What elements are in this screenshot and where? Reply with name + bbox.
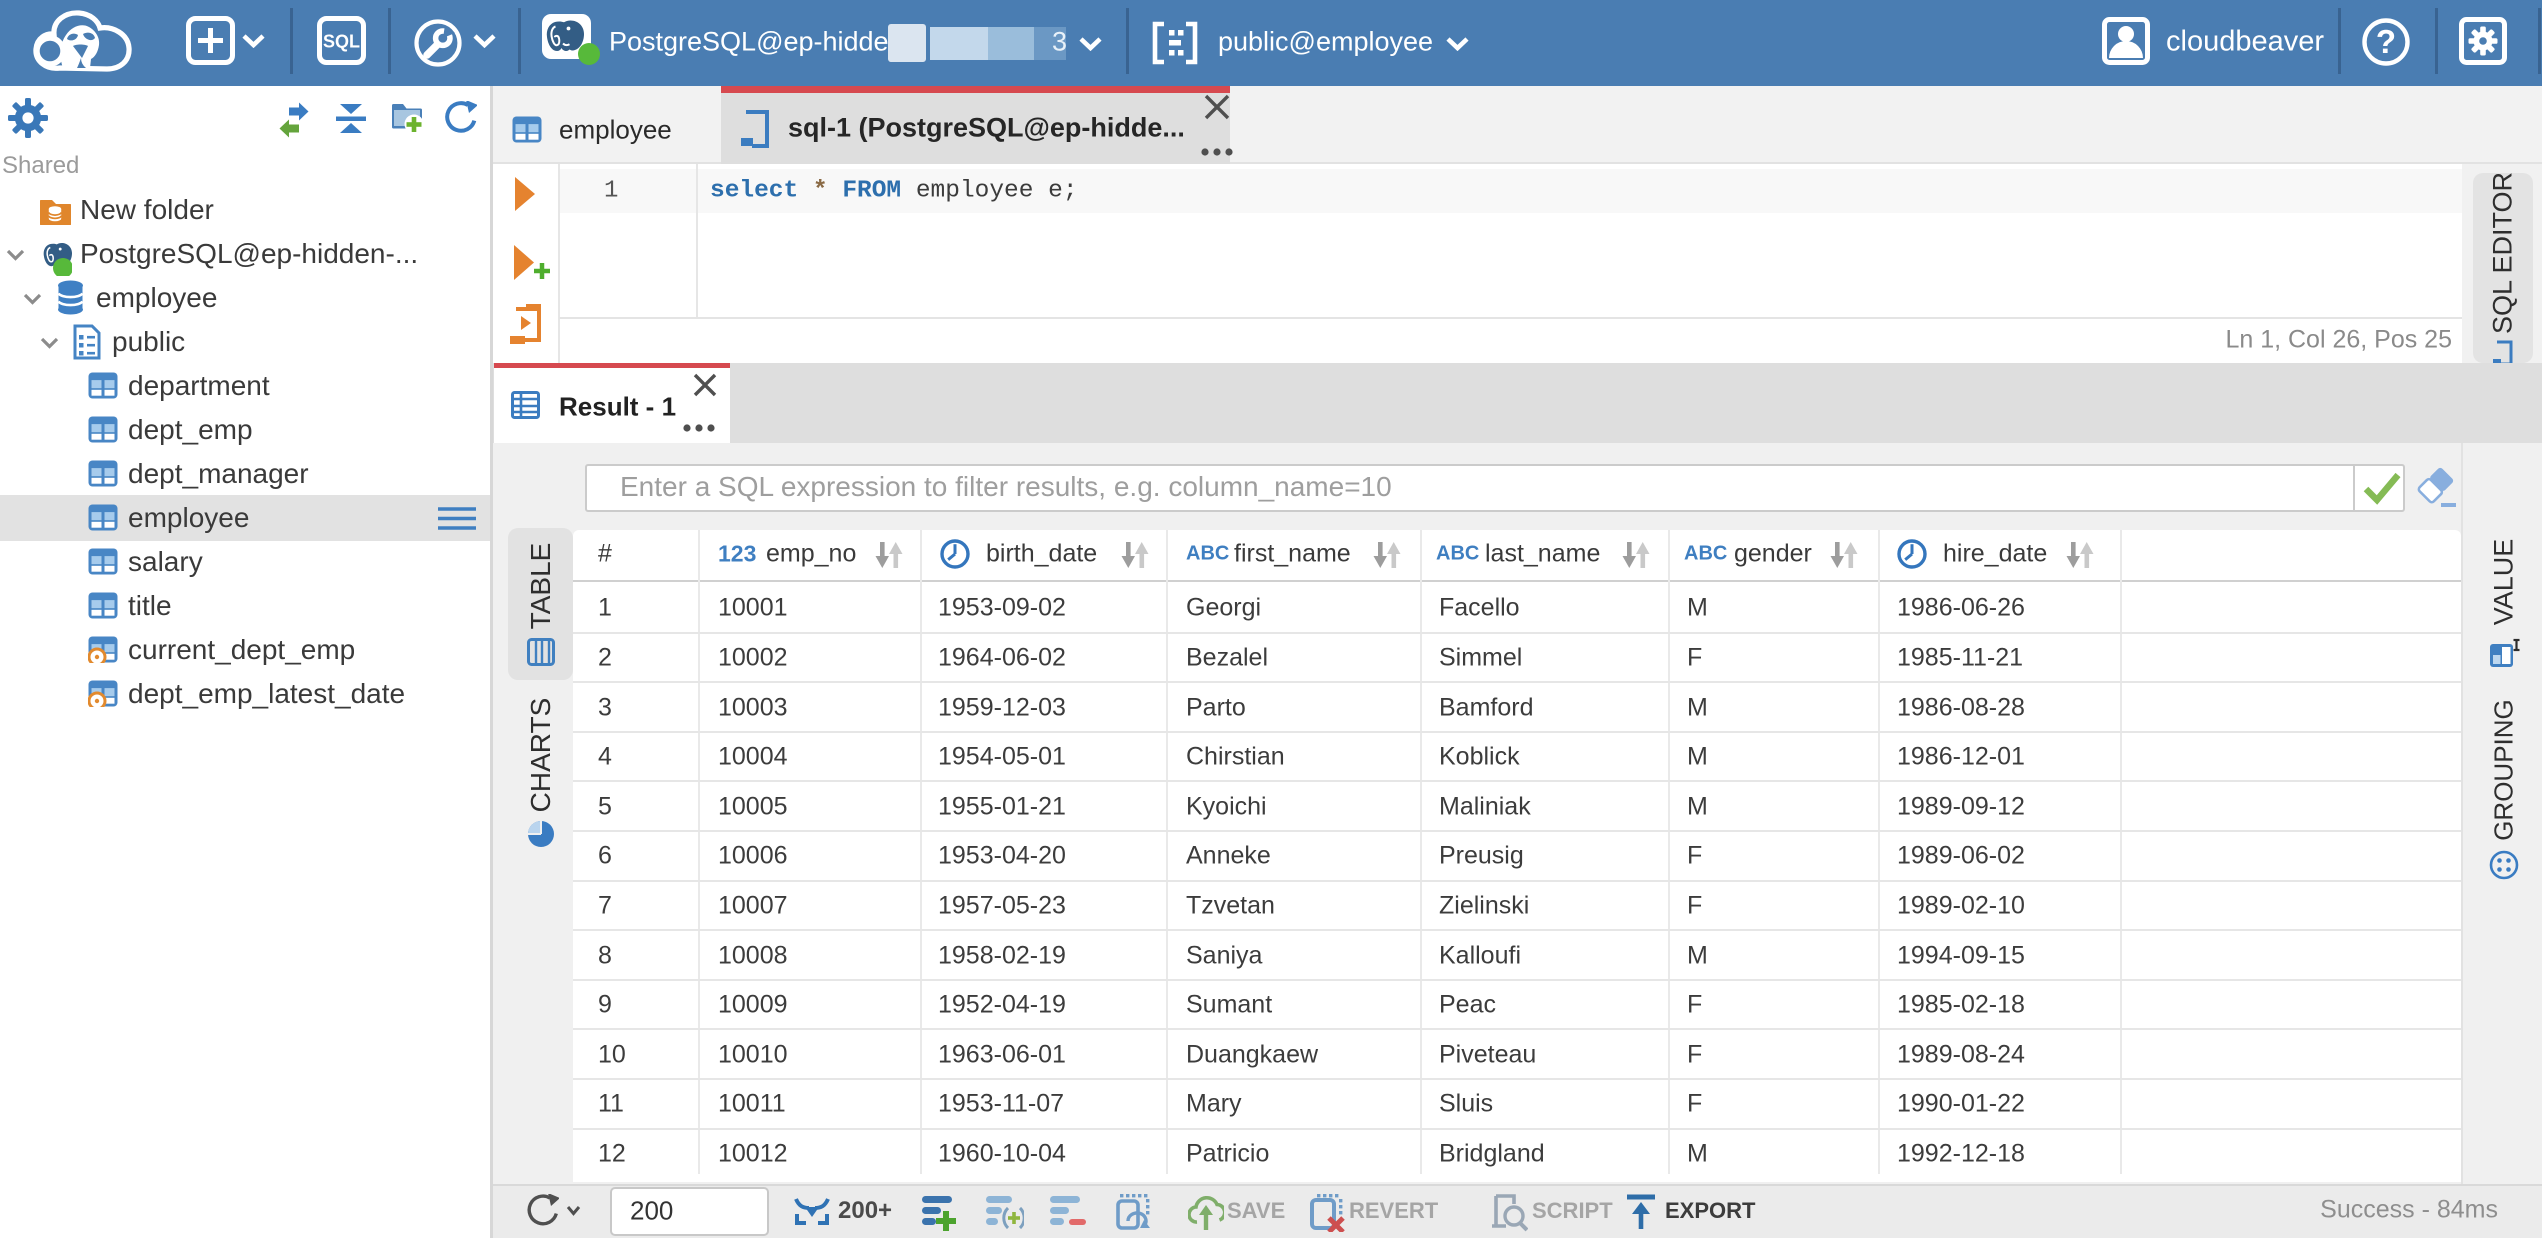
svg-text:SQL: SQL (323, 32, 360, 52)
svg-text:?: ? (2376, 23, 2396, 60)
